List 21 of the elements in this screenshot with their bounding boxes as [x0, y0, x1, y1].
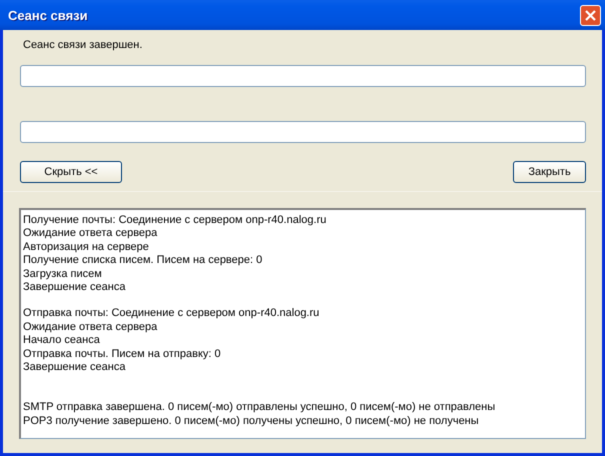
log-line: Загрузка писем [23, 268, 103, 282]
log-line: Завершение сеанса [23, 281, 126, 294]
log-line: SMTP отправка завершена. 0 писем(-мо) отправлены успешно, 0 писем(-мо) не отправлены [23, 401, 496, 415]
log-line: Ожидание ответа сервера [23, 320, 158, 334]
text-field[interactable] [20, 121, 586, 143]
log-line: Ожидание ответа сервера [23, 227, 158, 241]
log-line: Получение списка писем. Писем на сервере: 0 [23, 254, 264, 268]
log-line: Авторизация на сервере [23, 240, 150, 254]
log-line: Завершение сеанса [23, 361, 126, 374]
status-message: Сеанс связи завершен. [23, 39, 144, 51]
log-line: Получение почты: Соединение с сервером onp-r40.nalog.ru [23, 214, 328, 228]
log-line: Начало сеанса [23, 334, 101, 348]
log-line: POP3 получение завершено. 0 писем(-мо) получены успешно, 0 писем(-мо) не получены [23, 414, 480, 428]
close-dialog-button[interactable]: Закрыть [513, 161, 586, 183]
hide-button[interactable]: Скрыть << [20, 161, 122, 183]
log-line: Отправка почты: Соединение с сервером onp-r40.nalog.ru [23, 307, 320, 321]
close-icon [585, 10, 596, 20]
window-title: Сеанс связи [8, 8, 88, 22]
close-button[interactable] [580, 4, 601, 26]
log-line: Отправка почты. Писем на отправку: 0 [23, 348, 222, 362]
text-field[interactable] [20, 65, 586, 87]
